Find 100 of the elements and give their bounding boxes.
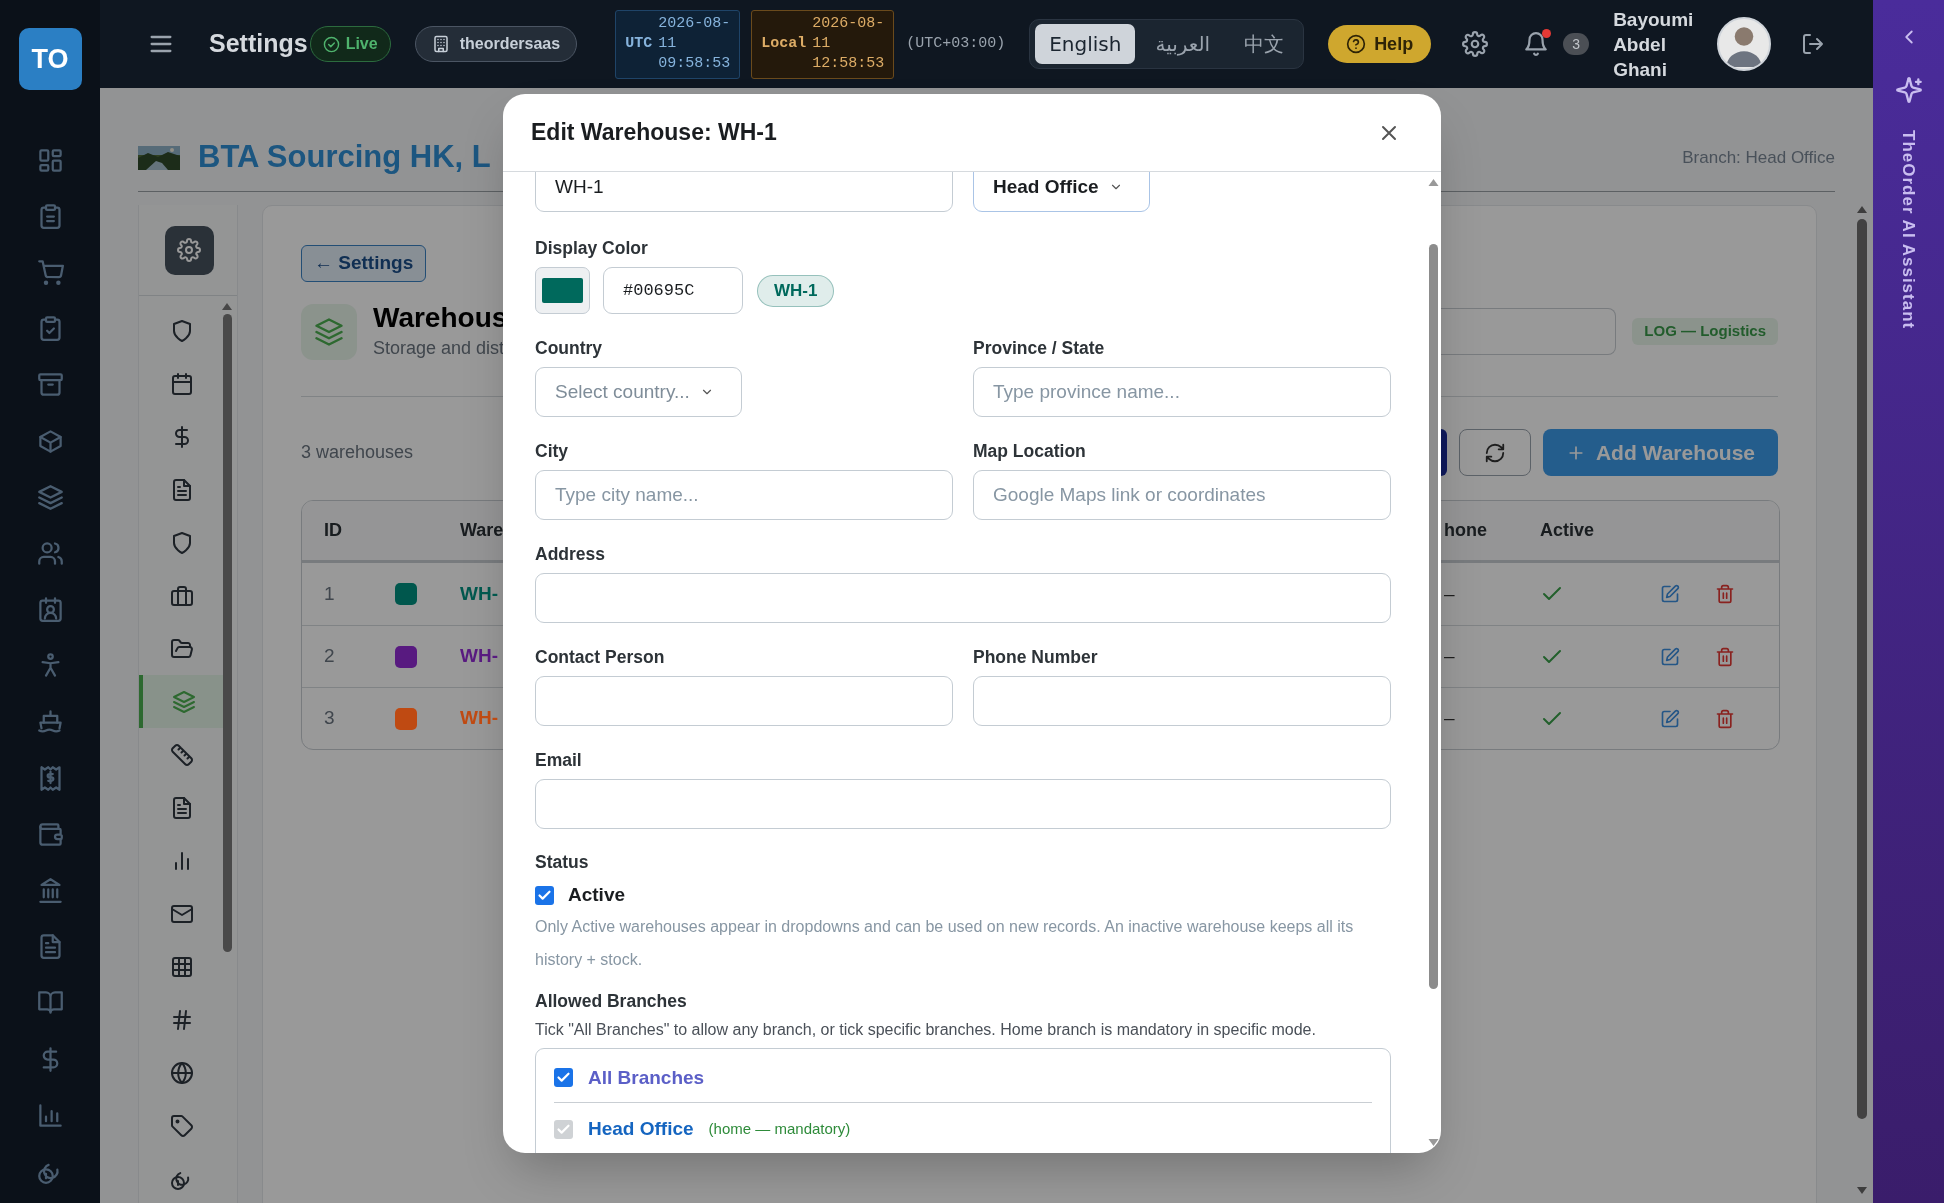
field-label: Province / State [973, 337, 1105, 359]
edit-icon[interactable] [1660, 708, 1680, 729]
warehouse-name[interactable]: WH- [460, 645, 498, 667]
help-button[interactable]: Help [1328, 25, 1432, 63]
select-field[interactable]: Head Office [973, 172, 1150, 212]
tenant-badge[interactable]: theordersaas [414, 26, 578, 62]
ruler-icon [169, 742, 194, 767]
archive-icon[interactable] [36, 371, 64, 399]
live-badge: Live [309, 26, 391, 62]
column-header: ID [324, 520, 342, 540]
triangle-up-icon[interactable] [1427, 178, 1439, 186]
cart-icon[interactable] [36, 258, 64, 286]
tag-icon [169, 1113, 194, 1138]
globe-icon [169, 1060, 194, 1085]
assistant-tab[interactable]: TheOrder AI Assistant [1895, 130, 1922, 330]
cube-icon[interactable] [36, 427, 64, 455]
input-field[interactable] [535, 779, 1391, 829]
checkbox-label[interactable]: All Branches [588, 1063, 705, 1092]
layers-icon [171, 689, 196, 714]
language-tab[interactable]: English [1035, 24, 1136, 64]
table-cell: 1 [324, 582, 335, 604]
layers-icon[interactable] [36, 483, 64, 511]
calendar-icon [169, 371, 194, 396]
input-field[interactable] [535, 573, 1391, 623]
id-card-icon[interactable] [36, 596, 64, 624]
checkbox-label[interactable]: Active [568, 881, 626, 910]
triangle-down-icon[interactable] [1857, 1187, 1867, 1195]
user-name[interactable]: Bayoumi Abdel Ghani [1613, 6, 1706, 82]
edit-icon[interactable] [1660, 646, 1680, 667]
folder-icon [169, 636, 194, 661]
dialog-title: Edit Warehouse: WH-1 [531, 118, 777, 148]
field-label: Display Color [535, 237, 649, 259]
trash-icon[interactable] [1715, 584, 1735, 604]
settings-button[interactable] [164, 225, 214, 275]
table-cell: 2 [324, 645, 335, 667]
bell-icon[interactable] [1523, 31, 1550, 57]
settings-icon [177, 238, 201, 262]
scrollbar[interactable] [222, 302, 232, 952]
field-label: Map Location [973, 440, 1086, 462]
logout-icon[interactable] [1801, 32, 1826, 56]
color-picker[interactable] [535, 267, 590, 314]
clock-panel: UTC 2026-08-11 09:58:53 [615, 9, 741, 79]
settings-icon[interactable] [1462, 31, 1489, 57]
language-tab[interactable]: 中文 [1230, 24, 1299, 64]
section-subtitle: Storage and dist [373, 337, 506, 360]
scrollbar[interactable] [1426, 178, 1440, 1147]
hex-input[interactable]: #00695C [603, 267, 743, 314]
input-field[interactable]: Type province name... [973, 367, 1391, 417]
trash-icon[interactable] [1715, 708, 1735, 729]
triangle-up-icon[interactable] [1857, 205, 1867, 213]
avatar[interactable] [1717, 17, 1772, 71]
help-text: Only Active warehouses appear in dropdowns and can be used on new records. An inactive warehouse keeps all its history + stock. [535, 916, 1355, 970]
branch-label: Branch: Head Office [1682, 146, 1835, 169]
color-preview-badge: WH-1 [757, 274, 835, 307]
field-label: Contact Person [535, 646, 665, 668]
table-cell: 3 [324, 707, 335, 729]
users-icon[interactable] [36, 539, 64, 567]
grid-icon[interactable] [36, 146, 64, 174]
field-label: Country [535, 337, 603, 359]
briefcase-icon [169, 583, 194, 608]
input-field[interactable]: Type city name... [535, 470, 953, 520]
input-field[interactable]: Google Maps link or coordinates [973, 470, 1391, 520]
help-icon [1346, 34, 1367, 54]
field-label: Address [535, 543, 606, 565]
notification-count: 3 [1563, 33, 1590, 55]
help-text: Tick "All Branches" to allow any branch, or tick specific branches. Home branch is mandatory in specific mode. [535, 1019, 1317, 1040]
clock-panel: Local 2026-08-11 12:58:53 [751, 9, 895, 79]
input-field[interactable]: WH-1 [535, 172, 953, 212]
triangle-down-icon[interactable] [1427, 1139, 1439, 1147]
input-field[interactable] [535, 676, 953, 726]
trash-icon[interactable] [1715, 646, 1735, 667]
check-circle-icon [322, 35, 340, 53]
input-field[interactable] [973, 676, 1391, 726]
refresh-button[interactable] [1459, 429, 1531, 476]
building-icon [431, 35, 450, 53]
checkbox[interactable] [535, 885, 554, 905]
checkbox[interactable] [554, 1068, 573, 1088]
language-tab[interactable]: العربية [1141, 24, 1225, 64]
column-header: Active [1540, 520, 1595, 540]
timezone-label: (UTC+03:00) [906, 33, 1006, 54]
select-field[interactable]: Select country... [535, 367, 742, 417]
refresh-icon [1484, 441, 1506, 464]
table-icon [169, 954, 194, 979]
back-button[interactable]: ← Settings [301, 245, 427, 282]
section-title: Warehous [373, 301, 508, 335]
table-cell: – [1444, 707, 1455, 729]
bar-chart-icon[interactable] [36, 1101, 64, 1129]
field-label: City [535, 440, 569, 462]
scrollbar[interactable] [1857, 205, 1867, 1195]
wallet-icon[interactable] [36, 820, 64, 848]
edit-icon[interactable] [1660, 584, 1680, 604]
app-logo[interactable]: TO [18, 28, 82, 90]
triangle-up-icon[interactable] [222, 302, 232, 310]
warehouse-count: 3 warehouses [301, 441, 414, 464]
book-icon[interactable] [36, 989, 64, 1017]
department-badge: LOG — Logistics [1632, 318, 1778, 345]
sparkles-icon[interactable] [1894, 76, 1923, 104]
page-title: Settings [209, 28, 308, 60]
bank-icon[interactable] [36, 877, 64, 905]
field-label: Phone Number [973, 646, 1098, 668]
